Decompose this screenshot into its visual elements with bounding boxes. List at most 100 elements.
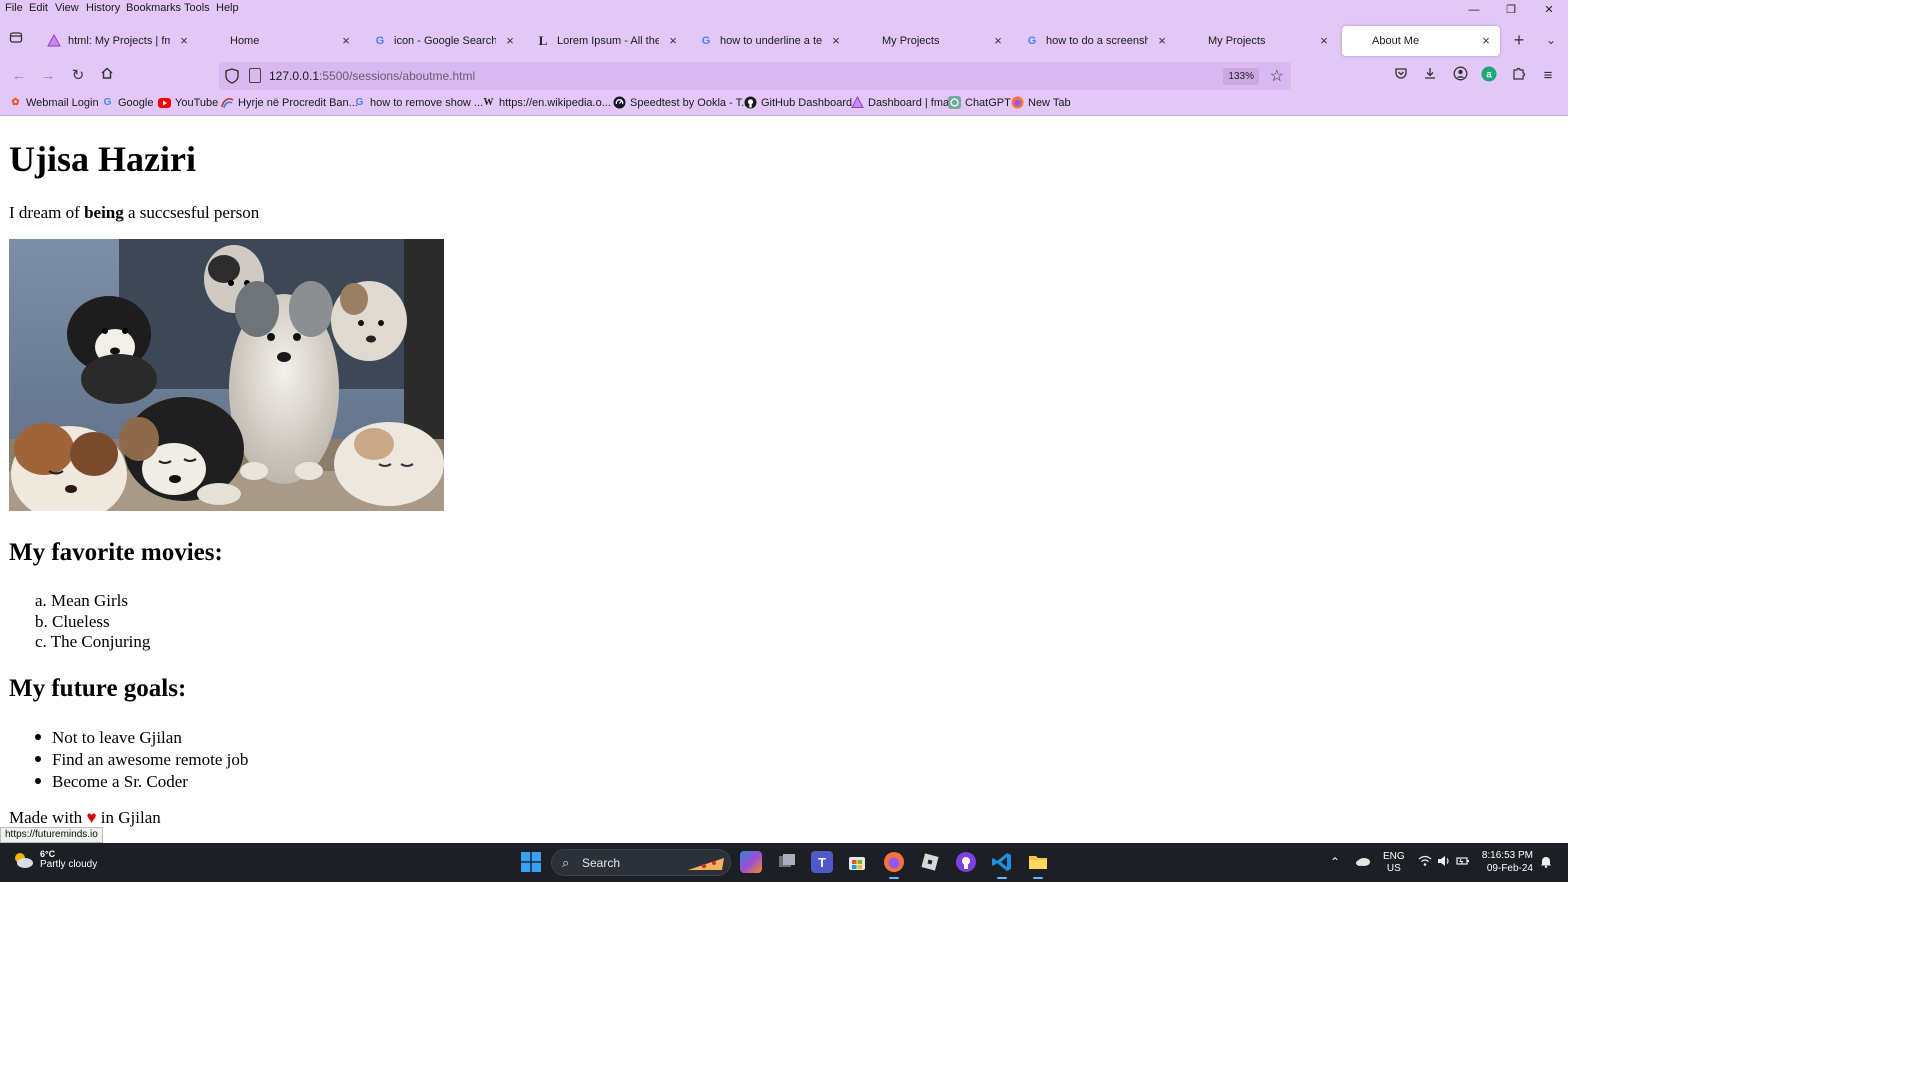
bookmark-label: Hyrje në Procredit Ban... (238, 96, 358, 109)
menu-file[interactable]: File (5, 2, 23, 14)
extension-a-icon[interactable]: a (1479, 66, 1499, 86)
roblox-icon[interactable] (919, 851, 941, 873)
windows-start-icon[interactable] (521, 852, 541, 872)
reload-icon[interactable]: ↻ (65, 64, 91, 88)
downloads-icon[interactable] (1420, 66, 1440, 86)
menu-bookmarks[interactable]: Bookmarks (126, 2, 181, 14)
bullet-icon (35, 734, 41, 741)
bookmark-procredit[interactable]: Hyrje në Procredit Ban... (221, 96, 358, 109)
list-item: b. Clueless (35, 612, 150, 633)
back-arrow-icon[interactable]: ← (6, 64, 32, 88)
teams-icon[interactable]: T (811, 851, 833, 873)
close-tab-icon[interactable]: × (1154, 33, 1170, 49)
bookmark-label: YouTube (175, 96, 219, 109)
search-label: Search (582, 856, 621, 870)
tab-lorem-ipsum[interactable]: L Lorem Ipsum - All the facts × (527, 26, 687, 56)
url-text[interactable]: 127.0.0.1:5500/sessions/aboutme.html (269, 69, 475, 83)
tab-home[interactable]: Home × (200, 26, 360, 56)
intro-paragraph: I dream of being a succsesful person (9, 203, 260, 222)
tab-title: About Me (1372, 35, 1420, 47)
tab-google-icon-search[interactable]: G icon - Google Search × (364, 26, 524, 56)
footer-line: Made with ♥ in Gjilan (9, 808, 161, 827)
tab-fma-projects[interactable]: html: My Projects | fma × (38, 26, 198, 56)
bookmark-webmail-login[interactable]: ✿ Webmail Login (9, 96, 98, 109)
browser-chrome: File Edit View History Bookmarks Tools H… (0, 0, 1568, 116)
close-tab-icon[interactable]: × (176, 33, 192, 49)
bookmark-star-icon[interactable]: ☆ (1270, 66, 1284, 86)
close-tab-icon[interactable]: × (1478, 33, 1494, 49)
file-explorer-icon[interactable] (1027, 851, 1049, 879)
menu-view[interactable]: View (55, 2, 79, 14)
bookmark-youtube[interactable]: YouTube (158, 96, 218, 109)
menu-help[interactable]: Help (216, 2, 239, 14)
taskbar-search-box[interactable]: ⌕ Search (551, 849, 731, 876)
close-tab-icon[interactable]: × (502, 33, 518, 49)
menu-edit[interactable]: Edit (29, 2, 48, 14)
close-window-button[interactable]: ✕ (1530, 2, 1568, 18)
language-code: ENG (1383, 851, 1405, 862)
bookmark-label: ChatGPT (965, 96, 1011, 109)
bookmark-new-tab[interactable]: New Tab (1011, 96, 1071, 109)
weather-widget[interactable]: 6°C Partly cloudy (12, 849, 97, 870)
tab-about-me[interactable]: About Me × (1342, 26, 1500, 56)
notifications-bell-icon[interactable] (1540, 855, 1552, 871)
pocket-icon[interactable] (1391, 66, 1411, 86)
show-hidden-icons-chevron-up-icon[interactable]: ⌃ (1330, 855, 1340, 869)
account-icon[interactable] (1450, 66, 1470, 86)
tab-my-projects-2[interactable]: My Projects × (1178, 26, 1338, 56)
blank-page-icon (1186, 33, 1202, 49)
menu-history[interactable]: History (86, 2, 120, 14)
list-tabs-chevron-down-icon[interactable]: ⌄ (1538, 28, 1564, 52)
bookmark-google[interactable]: G Google (101, 96, 154, 109)
tab-overview-icon[interactable] (3, 28, 29, 52)
bookmark-github-dashboard[interactable]: GitHub Dashboard (744, 96, 852, 109)
procredit-icon (221, 96, 234, 109)
goal-text: Find an awesome remote job (52, 750, 249, 769)
menu-tools[interactable]: Tools (184, 2, 210, 14)
bookmark-label: GitHub Dashboard (761, 96, 853, 109)
input-language-indicator[interactable]: ENG US (1383, 851, 1405, 875)
taskbar-clock[interactable]: 8:16:53 PM 09-Feb-24 (1478, 849, 1533, 875)
vscode-icon[interactable] (991, 851, 1013, 879)
new-tab-icon[interactable]: + (1506, 28, 1532, 52)
tracking-protection-shield-icon[interactable] (225, 68, 239, 84)
page-info-icon[interactable] (249, 68, 261, 83)
address-bar[interactable]: 127.0.0.1:5500/sessions/aboutme.html 133… (219, 62, 1291, 90)
close-tab-icon[interactable]: × (990, 33, 1006, 49)
home-icon[interactable] (94, 64, 120, 88)
github-desktop-icon[interactable] (955, 851, 977, 873)
close-tab-icon[interactable]: × (338, 33, 354, 49)
bookmark-speedtest[interactable]: Speedtest by Ookla - T... (613, 96, 750, 109)
battery-icon[interactable] (1456, 855, 1470, 870)
extensions-puzzle-icon[interactable] (1509, 66, 1529, 86)
tab-my-projects[interactable]: My Projects × (852, 26, 1012, 56)
zoom-level-badge[interactable]: 133% (1223, 68, 1259, 85)
blank-page-icon (1350, 33, 1366, 49)
bookmark-label: https://en.wikipedia.o... (499, 96, 611, 109)
tab-title: how to underline a text html (720, 35, 822, 47)
bookmark-how-to-remove[interactable]: Ghow to remove show ... (353, 96, 484, 109)
task-view-icon[interactable] (776, 851, 798, 873)
close-tab-icon[interactable]: × (1316, 33, 1332, 49)
firefox-taskbar-icon[interactable] (883, 851, 905, 879)
heart-icon: ♥ (86, 808, 97, 827)
copilot-icon[interactable] (740, 851, 762, 873)
volume-icon[interactable] (1437, 855, 1451, 870)
forward-arrow-icon[interactable]: → (35, 64, 61, 88)
fma-icon (851, 96, 864, 109)
tab-title: icon - Google Search (394, 35, 496, 47)
wifi-icon[interactable] (1418, 855, 1432, 870)
onedrive-cloud-icon[interactable] (1355, 855, 1371, 870)
tab-screenshot-search[interactable]: G how to do a screenshot on × (1016, 26, 1176, 56)
close-tab-icon[interactable]: × (828, 33, 844, 49)
close-tab-icon[interactable]: × (665, 33, 681, 49)
minimize-button[interactable]: — (1455, 2, 1493, 18)
tab-underline-search[interactable]: G how to underline a text html × (690, 26, 850, 56)
bookmark-label: how to remove show ... (370, 96, 484, 109)
hamburger-menu-icon[interactable]: ≡ (1538, 66, 1558, 86)
bookmark-chatgpt[interactable]: ChatGPT (948, 96, 1011, 109)
bookmark-wikipedia[interactable]: Whttps://en.wikipedia.o... (482, 96, 611, 109)
restore-button[interactable]: ❐ (1492, 2, 1530, 18)
microsoft-store-icon[interactable] (846, 851, 868, 873)
bookmark-fma-dashboard[interactable]: Dashboard | fma (851, 96, 949, 109)
